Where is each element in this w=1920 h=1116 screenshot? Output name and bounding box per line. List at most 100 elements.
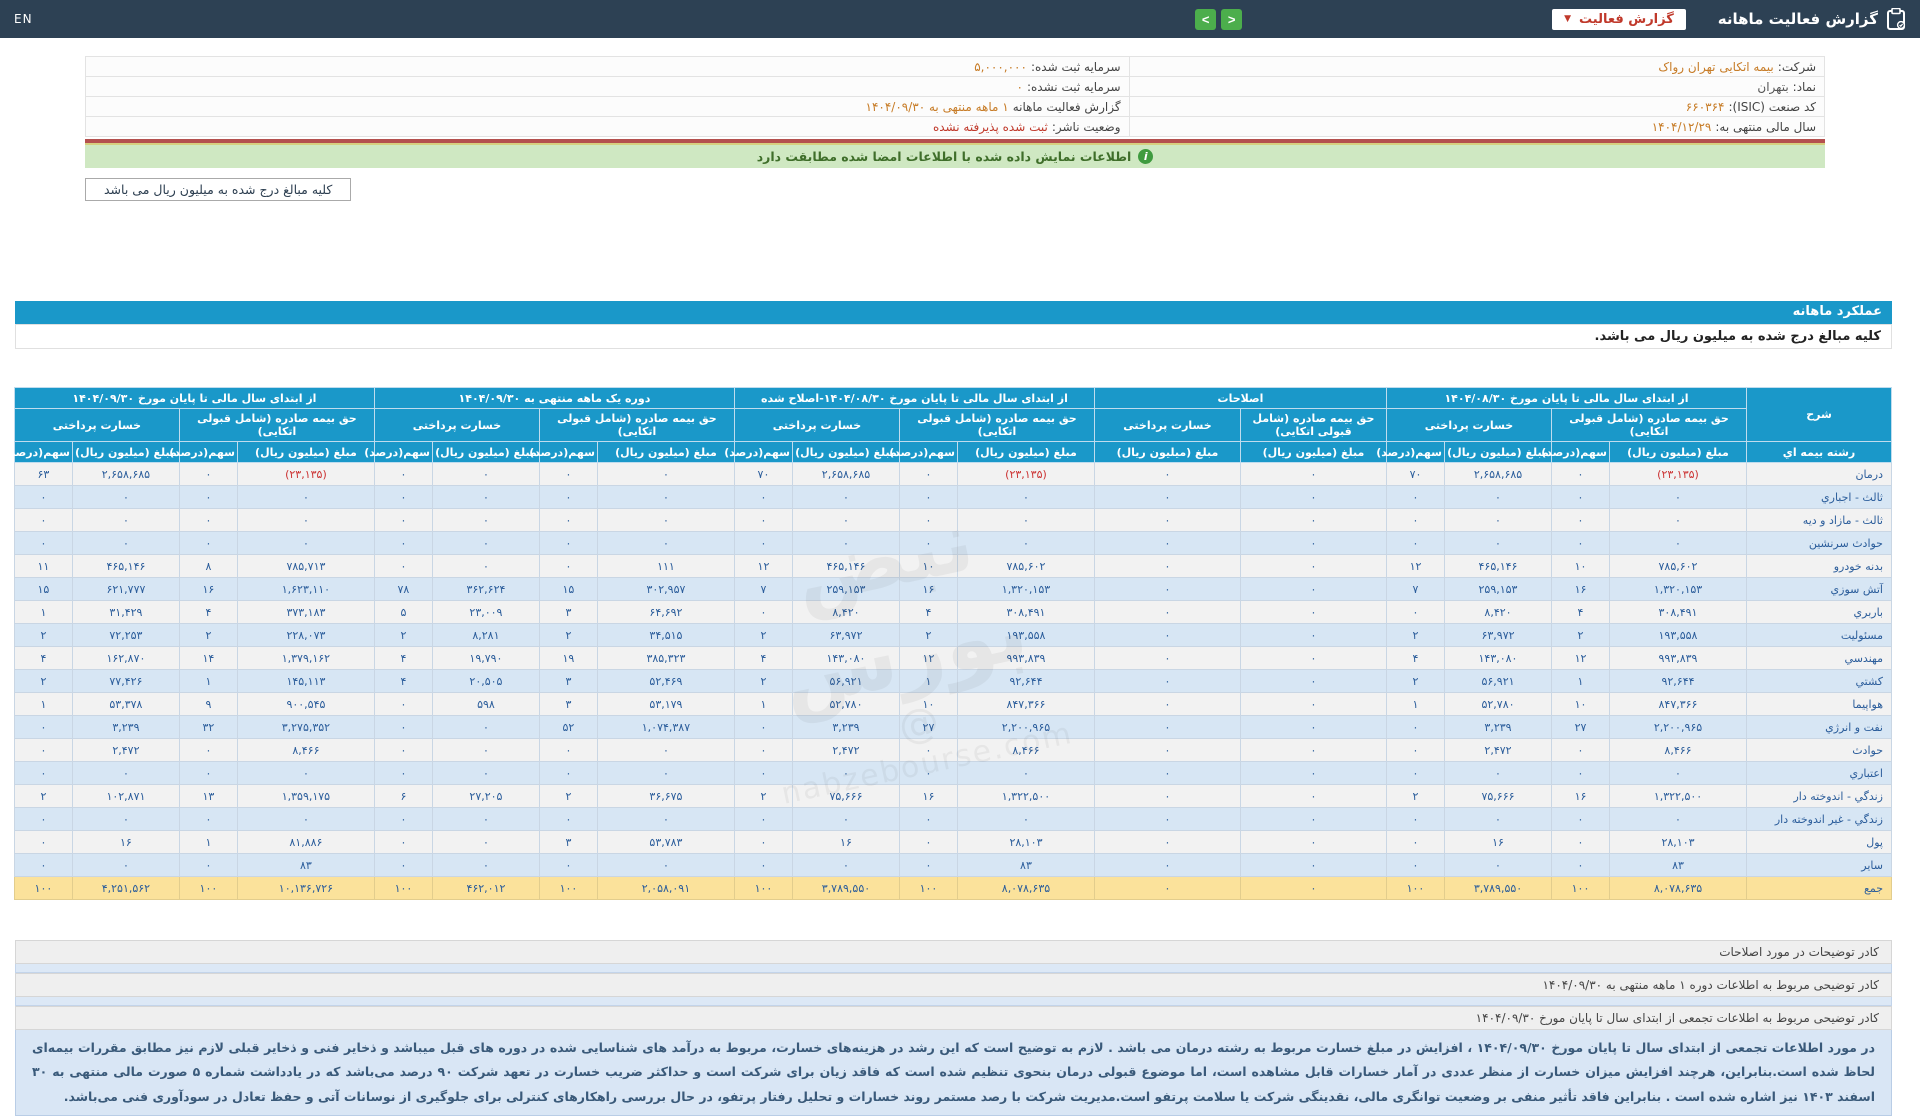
value-cell: ۰ bbox=[1093, 853, 1241, 877]
value-cell: ۳,۲۳۹ bbox=[791, 715, 900, 739]
value-cell: ۷۷,۴۲۶ bbox=[71, 669, 180, 693]
info-cell: سال مالی منتهی به:۱۴۰۴/۱۲/۲۹ bbox=[1128, 116, 1826, 137]
value-cell: ۰ bbox=[1093, 738, 1241, 762]
value-cell: ۰ bbox=[431, 830, 540, 854]
value-cell: ۱,۳۲۰,۱۵۳ bbox=[1609, 577, 1747, 601]
value-cell: ۲۰,۵۰۵ bbox=[431, 669, 540, 693]
report-type-dropdown[interactable]: گزارش فعالیت ▼ bbox=[1552, 8, 1686, 30]
value-cell: ۰ bbox=[1444, 807, 1552, 831]
value-cell: ۰ bbox=[733, 853, 793, 877]
info-cell: سرمایه ثبت نشده:۰ bbox=[85, 76, 1130, 97]
value-cell: ۰ bbox=[373, 531, 433, 555]
premium-subheader: حق بیمه صادره (شامل قبولی اتکایی) bbox=[898, 408, 1095, 442]
value-cell: ۰ bbox=[236, 807, 375, 831]
value-cell: ۱,۳۵۹,۱۷۵ bbox=[236, 784, 375, 808]
value-cell: ۰ bbox=[1093, 807, 1241, 831]
value-cell: ۰ bbox=[791, 761, 900, 785]
value-cell: ۰ bbox=[596, 853, 735, 877]
table-row: مسئولیت ۱۹۳,۵۵۸ ۲ ۶۳,۹۷۲ ۲ ۰ ۰ ۱۹۳,۵۵۸ ۲ ۶۳,۹۷۲ ۲ ۳… bbox=[13, 623, 1892, 647]
value-cell: ۰ bbox=[13, 715, 73, 739]
value-cell: ۰ bbox=[13, 761, 73, 785]
value-cell: ۱۰۰ bbox=[733, 876, 793, 900]
value-cell: ۱ bbox=[13, 692, 73, 716]
info-cell: وضعیت ناشر:ثبت شده پذیرفته نشده bbox=[85, 116, 1130, 137]
value-cell: ۳,۲۷۵,۳۵۲ bbox=[236, 715, 375, 739]
value-cell: ۰ bbox=[898, 761, 958, 785]
value-cell: ۱۶۲,۸۷۰ bbox=[71, 646, 180, 670]
value-cell: ۹۹۳,۸۳۹ bbox=[956, 646, 1095, 670]
value-cell: ۰ bbox=[1239, 669, 1387, 693]
premium-subheader: حق بیمه صادره (شامل قبولی اتکایی) bbox=[1551, 408, 1747, 442]
value-cell: ۱۰۲,۸۷۱ bbox=[71, 784, 180, 808]
table-row: درمان (۲۳,۱۳۵) ۰ ۲,۶۵۸,۶۸۵ ۷۰ ۰ ۰ (۲۳,۱۳۵) ۰ ۲,۶۵… bbox=[13, 462, 1892, 486]
value-cell: ۰ bbox=[178, 761, 238, 785]
value-cell: ۰ bbox=[1551, 853, 1610, 877]
value-cell: ۳,۲۳۹ bbox=[71, 715, 180, 739]
value-cell: ۰ bbox=[733, 485, 793, 509]
value-cell: ۹۰۰,۵۴۵ bbox=[236, 692, 375, 716]
prev-report-button[interactable]: < bbox=[1221, 8, 1243, 30]
row-label: زندگي - غیر اندوخته دار bbox=[1746, 807, 1892, 831]
value-cell: ۱۶ bbox=[1444, 830, 1552, 854]
table-row: زندگي - اندوخته دار ۱,۳۲۲,۵۰۰ ۱۶ ۷۵,۶۶۶ ۲ ۰ ۰ ۱… bbox=[13, 784, 1892, 808]
value-cell: ۰ bbox=[236, 761, 375, 785]
language-toggle[interactable]: EN bbox=[14, 12, 33, 26]
value-cell: ۰ bbox=[236, 508, 375, 532]
value-cell: ۰ bbox=[898, 807, 958, 831]
value-cell: ۰ bbox=[71, 508, 180, 532]
value-cell: ۰ bbox=[733, 761, 793, 785]
column-group-header: اصلاحات bbox=[1093, 387, 1387, 409]
value-cell: ۷۰ bbox=[733, 462, 793, 486]
value-cell: ۰ bbox=[71, 531, 180, 555]
value-cell: ۴۶۵,۱۴۶ bbox=[71, 554, 180, 578]
premium-subheader: حق بیمه صادره (شامل قبولی اتکایی) bbox=[178, 408, 375, 442]
value-cell: ۲۸,۱۰۳ bbox=[1609, 830, 1747, 854]
value-cell: ۰ bbox=[1239, 876, 1387, 900]
value-cell: ۱ bbox=[178, 669, 238, 693]
value-cell: ۱۰۰ bbox=[538, 876, 598, 900]
value-cell: ۰ bbox=[733, 807, 793, 831]
value-cell: ۴ bbox=[373, 646, 433, 670]
performance-table-wrap: نبض بورس @ nabzebourse.com شرح از ابتدای … bbox=[4, 387, 1892, 900]
value-cell: ۰ bbox=[1239, 807, 1387, 831]
value-cell: ۸ bbox=[178, 554, 238, 578]
value-cell: ۰ bbox=[596, 508, 735, 532]
row-label: نفت و انرژي bbox=[1746, 715, 1892, 739]
value-cell: ۰ bbox=[791, 485, 900, 509]
info-row: سال مالی منتهی به:۱۴۰۴/۱۲/۲۹ وضعیت ناشر:ث… bbox=[85, 116, 1826, 137]
section-title-bar: عملکرد ماهانه bbox=[15, 301, 1892, 324]
info-value: بیمه اتکایی تهران رواک bbox=[1658, 59, 1774, 74]
value-cell: ۵۲,۷۸۰ bbox=[791, 692, 900, 716]
column-header: سهم(درصد) bbox=[889, 441, 958, 463]
value-cell: ۰ bbox=[1093, 623, 1241, 647]
value-cell: ۰ bbox=[373, 853, 433, 877]
table-row: باربري ۳۰۸,۴۹۱ ۴ ۸,۴۲۰ ۰ ۰ ۰ ۳۰۸,۴۹۱ ۴ ۸,۴۲۰ ۰ ۶۴,۶… bbox=[13, 600, 1892, 624]
value-cell: ۰ bbox=[1093, 876, 1241, 900]
value-cell: ۱۶ bbox=[791, 830, 900, 854]
value-cell: ۱۵ bbox=[13, 577, 73, 601]
table-row: اعتباري ۰ ۰ ۰ ۰ ۰ ۰ ۰ ۰ ۰ ۰ ۰ ۰ ۰ ۰ ۰ ۰ ۰ ۰ bbox=[13, 761, 1892, 785]
value-cell: ۱۹۳,۵۵۸ bbox=[1609, 623, 1747, 647]
value-cell: (۲۳,۱۳۵) bbox=[1609, 462, 1747, 486]
value-cell: ۴۶۲,۰۱۲ bbox=[431, 876, 540, 900]
value-cell: ۱۲ bbox=[1385, 554, 1446, 578]
value-cell: ۰ bbox=[791, 853, 900, 877]
value-cell: ۷۵,۶۶۶ bbox=[791, 784, 900, 808]
next-report-button[interactable]: > bbox=[1195, 8, 1217, 30]
value-cell: ۰ bbox=[596, 761, 735, 785]
row-label: درمان bbox=[1746, 462, 1892, 486]
value-cell: ۱۱ bbox=[13, 554, 73, 578]
column-group-header: از ابتدای سال مالی تا پایان مورخ ۱۴۰۴/۰۹… bbox=[13, 387, 375, 409]
value-cell: ۳۱,۴۲۹ bbox=[71, 600, 180, 624]
info-label: گزارش فعالیت ماهانه bbox=[1012, 99, 1121, 114]
info-value: ثبت شده پذیرفته نشده bbox=[932, 119, 1048, 134]
value-cell: ۰ bbox=[1093, 692, 1241, 716]
value-cell: ۰ bbox=[1239, 600, 1387, 624]
value-cell: ۰ bbox=[733, 600, 793, 624]
info-cell: نماد:بتهران bbox=[1128, 76, 1826, 97]
info-value: ۵,۰۰۰,۰۰۰ bbox=[974, 59, 1027, 74]
value-cell: ۳۶,۶۷۵ bbox=[596, 784, 735, 808]
value-cell: ۰ bbox=[431, 853, 540, 877]
value-cell: ۱,۳۲۲,۵۰۰ bbox=[1609, 784, 1747, 808]
row-label: هواپیما bbox=[1746, 692, 1892, 716]
